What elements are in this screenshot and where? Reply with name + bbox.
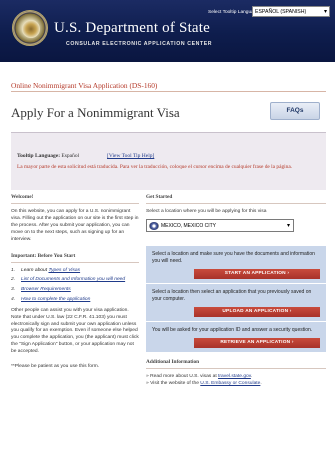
upload-application-text: Select a location then select an applica… <box>152 288 312 302</box>
location-prompt: Select a location where you will be appl… <box>146 209 267 214</box>
site-title: U.S. Department of State <box>54 20 211 36</box>
how-to-complete-link[interactable]: How to complete the application <box>21 297 90 304</box>
patience-note: **Please be patient as you use this form… <box>11 364 100 370</box>
tooltip-language-current: Español <box>61 153 80 159</box>
tooltip-help-link[interactable]: [View Tool Tip Help] <box>107 153 154 159</box>
site-subtitle: CONSULAR ELECTRONIC APPLICATION CENTER <box>66 41 213 47</box>
before-you-start-list: 1. Learn about Types of Visas 2. List of… <box>11 268 139 304</box>
upload-application-panel: Select a location then select an applica… <box>146 283 326 322</box>
tooltip-info-box: Tooltip Language: Español [View Tool Tip… <box>11 132 326 190</box>
list-item: 3. Browser Requirements <box>11 287 71 294</box>
page-title: Apply For a Nonimmigrant Visa <box>11 105 180 120</box>
state-department-seal-icon <box>12 10 48 46</box>
documents-list-link[interactable]: List of Documents and Information you wi… <box>21 277 125 284</box>
list-item: 2. List of Documents and Information you… <box>11 277 126 284</box>
list-item: 1. Learn about Types of Visas <box>11 267 81 273</box>
application-actions: Select a location and make sure you have… <box>146 245 326 353</box>
types-of-visas-link[interactable]: Types of Visas <box>48 268 80 273</box>
start-application-text: Select a location and make sure you have… <box>152 250 315 264</box>
arrow-right-icon: › <box>289 308 292 314</box>
list-item: 4. How to complete the application <box>11 296 91 304</box>
tooltip-language-value: ESPAÑOL (SPANISH) <box>255 9 307 15</box>
left-column: Welcome! On this website, you can apply … <box>11 194 139 371</box>
tooltip-language-select[interactable]: ESPAÑOL (SPANISH) ▾ <box>252 6 330 17</box>
embassy-seal-icon <box>149 221 159 230</box>
additional-line-1: » Read more about U.S. visas at travel.s… <box>146 373 253 379</box>
site-header: U.S. Department of State CONSULAR ELECTR… <box>0 0 335 62</box>
divider <box>11 91 326 92</box>
additional-info-heading: Additional Information <box>146 359 326 369</box>
tooltip-language-info: Tooltip Language: Español <box>17 153 80 159</box>
arrow-right-icon: › <box>291 339 294 345</box>
assistance-note: Other people can assist you with your vi… <box>11 307 139 355</box>
location-select[interactable]: MEXICO, MEXICO CITY ▾ <box>146 218 294 232</box>
retrieve-application-button[interactable]: RETRIEVE AN APPLICATION › <box>194 337 320 348</box>
travel-state-gov-link[interactable]: travel.state.gov <box>218 374 251 379</box>
application-title: Online Nonimmigrant Visa Application (DS… <box>11 81 158 90</box>
welcome-heading: Welcome! <box>11 194 139 204</box>
right-column: Get Started Select a location where you … <box>146 194 326 388</box>
faqs-button[interactable]: FAQs <box>270 102 320 120</box>
chevron-down-icon: ▾ <box>323 9 327 15</box>
retrieve-application-text: You will be asked for your application I… <box>152 326 313 333</box>
chevron-down-icon: ▾ <box>286 222 290 229</box>
important-heading: Important: Before You Start <box>11 253 139 263</box>
additional-line-2: » Visit the website of the U.S. Embassy … <box>146 380 262 386</box>
embassy-consulate-link[interactable]: U.S. Embassy or Consulate <box>200 381 260 386</box>
start-application-button[interactable]: START AN APPLICATION › <box>194 268 320 279</box>
arrow-right-icon: › <box>287 270 290 276</box>
welcome-text: On this website, you can apply for a U.S… <box>11 209 139 242</box>
get-started-heading: Get Started <box>146 194 326 204</box>
browser-requirements-link[interactable]: Browser Requirements <box>21 287 71 294</box>
tooltip-translation-note: La mayor parte de esta solicitud está tr… <box>17 164 293 170</box>
start-application-panel: Select a location and make sure you have… <box>146 245 326 284</box>
location-value: MEXICO, MEXICO CITY <box>161 222 217 229</box>
upload-application-button[interactable]: UPLOAD AN APPLICATION › <box>194 306 320 317</box>
retrieve-application-panel: You will be asked for your application I… <box>146 321 326 353</box>
